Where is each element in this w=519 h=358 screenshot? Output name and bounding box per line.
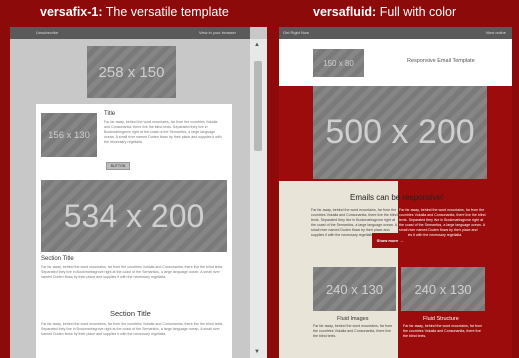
thumbnail-placeholder-image: 156 x 130 [41,113,97,157]
show-more-button[interactable]: Show more → [372,233,408,248]
preheader-bar: Unsubscribe View in your browser [10,27,250,39]
tagline: Responsive Email Template [407,58,475,64]
section-text: Far far away, behind the word mountains,… [41,265,224,279]
fluid-hero-size-label: 500 x 200 [325,113,475,151]
banner-size-label: 258 x 150 [98,63,165,81]
versafluid-name: versafluid: [313,5,377,19]
scrollbar-thumb[interactable] [254,61,262,151]
logo-placeholder-image: 150 x 80 [313,49,364,77]
logo-size-label: 150 x 80 [323,58,354,68]
section-text-2: Far far away, behind the word mountains,… [41,322,224,336]
show-more-label: Show more [376,238,399,243]
preheader-bar-fluid: Get Right Now View online [279,27,512,39]
fluid-image-1-size-label: 240 x 130 [325,281,384,297]
scroll-up-icon[interactable]: ▲ [254,42,260,48]
fluid-hero-placeholder-image: 500 x 200 [313,86,487,179]
get-right-now-link[interactable]: Get Right Now [283,27,309,39]
versafluid-subtitle: Full with color [376,5,457,19]
fluid-images-text: Far far away, behind the word mountains,… [313,324,393,338]
hero-placeholder-image: 534 x 200 [41,180,227,252]
card-text: Far far away, behind the word mountains,… [104,120,222,144]
versafix-preview: Unsubscribe View in your browser 258 x 1… [10,27,267,358]
card-title: Title [104,111,116,117]
fluid-images-title: Fluid Images [337,316,369,322]
versafix-heading: versafix-1: The versatile template [40,2,229,22]
view-online-link[interactable]: View online [486,27,506,39]
hero-size-label: 534 x 200 [63,197,205,234]
fluid-structure-title: Fluid Structure [423,316,459,322]
arrow-right-icon: → [399,238,404,243]
section-title-left: Section Title [41,256,74,262]
scrollbar[interactable]: ▲ ▼ [250,39,267,358]
fluid-image-1-placeholder: 240 x 130 [313,267,396,311]
banner-placeholder-image: 258 x 150 [87,46,176,98]
headline: Emails can be responsive! [350,193,444,202]
fluid-image-2-size-label: 240 x 130 [414,281,472,297]
fluid-image-2-placeholder: 240 x 130 [401,267,485,311]
scroll-down-icon[interactable]: ▼ [254,349,260,355]
view-in-browser-link[interactable]: View in your browser [199,27,236,39]
fluid-structure-text: Far far away, behind the word mountains,… [403,324,483,338]
card-button[interactable]: BUTTON [106,162,130,170]
versafix-subtitle: The versatile template [102,5,229,19]
body-text-on-red: Far far away, behind the word mountains,… [399,208,486,237]
versafluid-preview: Get Right Now View online 150 x 80 Respo… [279,27,512,358]
versafix-name: versafix-1: [40,5,103,19]
section-title-center: Section Title [110,309,151,318]
unsubscribe-link[interactable]: Unsubscribe [36,27,58,39]
thumbnail-size-label: 156 x 130 [48,129,90,141]
versafluid-heading: versafluid: Full with color [313,2,456,22]
